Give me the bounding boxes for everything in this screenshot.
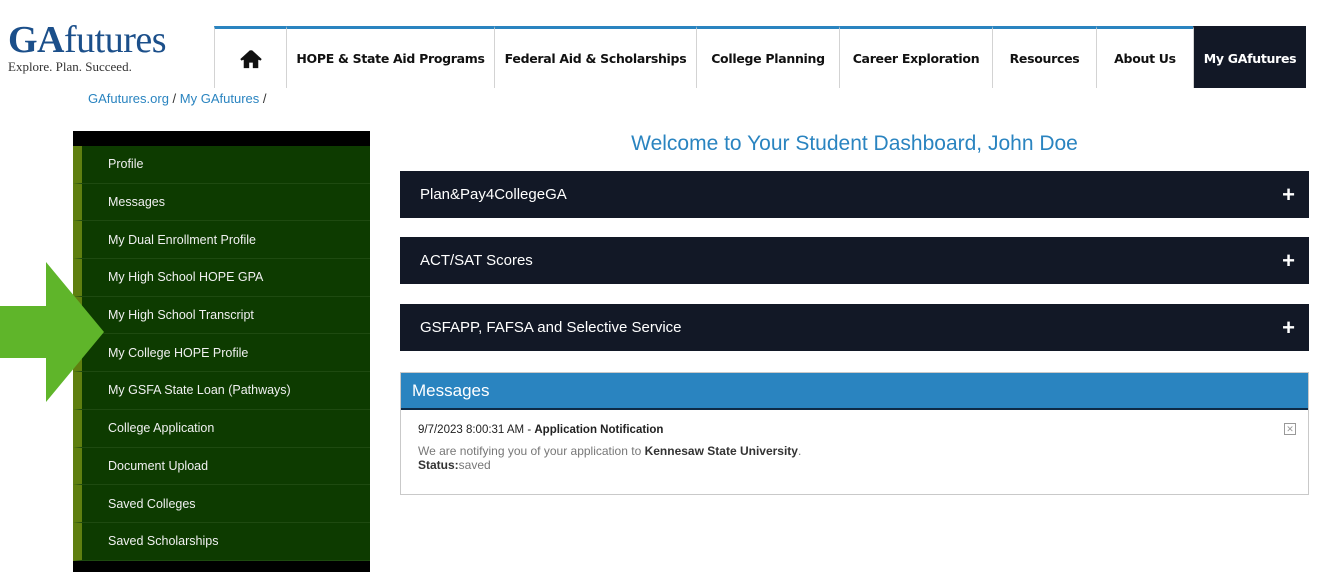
sidebar-item-college-application[interactable]: College Application — [73, 409, 370, 448]
sidebar-item-hope-gpa[interactable]: My High School HOPE GPA — [73, 259, 370, 297]
accordion-label: GSFAPP, FAFSA and Selective Service — [420, 319, 682, 336]
nav-hope-state-aid[interactable]: HOPE & State Aid Programs — [286, 26, 494, 88]
message-status: Status:saved — [418, 458, 1292, 472]
messages-panel: Messages 9/7/2023 8:00:31 AM - Applicati… — [400, 372, 1309, 495]
sidebar-item-messages[interactable]: Messages — [73, 183, 370, 222]
message-body-suffix: . — [797, 444, 802, 458]
message-item: 9/7/2023 8:00:31 AM - Application Notifi… — [401, 410, 1308, 472]
messages-header: Messages — [401, 373, 1308, 410]
sidebar-item-document-upload[interactable]: Document Upload — [73, 447, 370, 486]
sidebar-item-profile[interactable]: Profile — [73, 146, 370, 184]
plus-icon[interactable]: + — [1282, 182, 1295, 208]
breadcrumb-separator: / — [168, 91, 180, 106]
accordion-act-sat[interactable]: ACT/SAT Scores + — [400, 237, 1309, 284]
breadcrumb-home-link[interactable]: GAfutures.org — [88, 91, 169, 106]
nav-home[interactable] — [214, 26, 286, 88]
plus-icon[interactable]: + — [1282, 315, 1295, 341]
sidebar-item-saved-scholarships[interactable]: Saved Scholarships — [73, 522, 370, 561]
breadcrumb-current-link[interactable]: My GAfutures — [180, 91, 259, 106]
sidebar-item-dual-enrollment[interactable]: My Dual Enrollment Profile — [73, 221, 370, 260]
accordion-label: ACT/SAT Scores — [420, 252, 533, 269]
sidebar-item-college-hope-profile[interactable]: My College HOPE Profile — [73, 334, 370, 373]
nav-my-gafutures[interactable]: My GAfutures — [1193, 26, 1306, 88]
message-school: Kennesaw State University — [644, 444, 798, 458]
accordion-label: Plan&Pay4CollegeGA — [420, 186, 567, 203]
message-status-value: saved — [458, 458, 491, 472]
logo-wordmark: GAfutures — [8, 19, 167, 61]
breadcrumb-separator: / — [259, 91, 267, 106]
accordion-gsfapp-fafsa[interactable]: GSFAPP, FAFSA and Selective Service + — [400, 304, 1309, 351]
message-body: We are notifying you of your application… — [418, 444, 1292, 458]
green-arrow-pointer-icon — [0, 262, 104, 402]
message-status-label: Status: — [418, 458, 459, 472]
message-timestamp: 9/7/2023 8:00:31 AM — [418, 424, 525, 436]
close-icon[interactable]: ✕ — [1284, 423, 1296, 435]
sidebar-item-transcript[interactable]: My High School Transcript — [73, 296, 370, 335]
page-title: Welcome to Your Student Dashboard, John … — [631, 132, 1078, 155]
main-nav: HOPE & State Aid Programs Federal Aid & … — [214, 26, 1306, 88]
nav-resources[interactable]: Resources — [992, 26, 1096, 88]
sidebar: Profile Messages My Dual Enrollment Prof… — [73, 131, 370, 572]
plus-icon[interactable]: + — [1282, 248, 1295, 274]
message-subject: Application Notification — [534, 424, 664, 436]
sidebar-item-gsfa-loan[interactable]: My GSFA State Loan (Pathways) — [73, 372, 370, 410]
nav-about-us[interactable]: About Us — [1096, 26, 1193, 88]
gafutures-logo[interactable]: GAfutures Explore. Plan. Succeed. — [8, 19, 198, 75]
message-title-line: 9/7/2023 8:00:31 AM - Application Notifi… — [418, 424, 1292, 436]
breadcrumb: GAfutures.org / My GAfutures / — [88, 91, 266, 106]
nav-college-planning[interactable]: College Planning — [696, 26, 839, 88]
nav-federal-aid[interactable]: Federal Aid & Scholarships — [494, 26, 696, 88]
accordion-plan-pay[interactable]: Plan&Pay4CollegeGA + — [400, 171, 1309, 218]
message-body-text: We are notifying you of your application… — [418, 444, 645, 458]
message-separator: - — [524, 424, 535, 436]
logo-tagline: Explore. Plan. Succeed. — [8, 59, 132, 74]
sidebar-item-saved-colleges[interactable]: Saved Colleges — [73, 485, 370, 523]
home-icon — [239, 49, 262, 68]
nav-career-exploration[interactable]: Career Exploration — [839, 26, 992, 88]
sidebar-header — [73, 131, 370, 146]
